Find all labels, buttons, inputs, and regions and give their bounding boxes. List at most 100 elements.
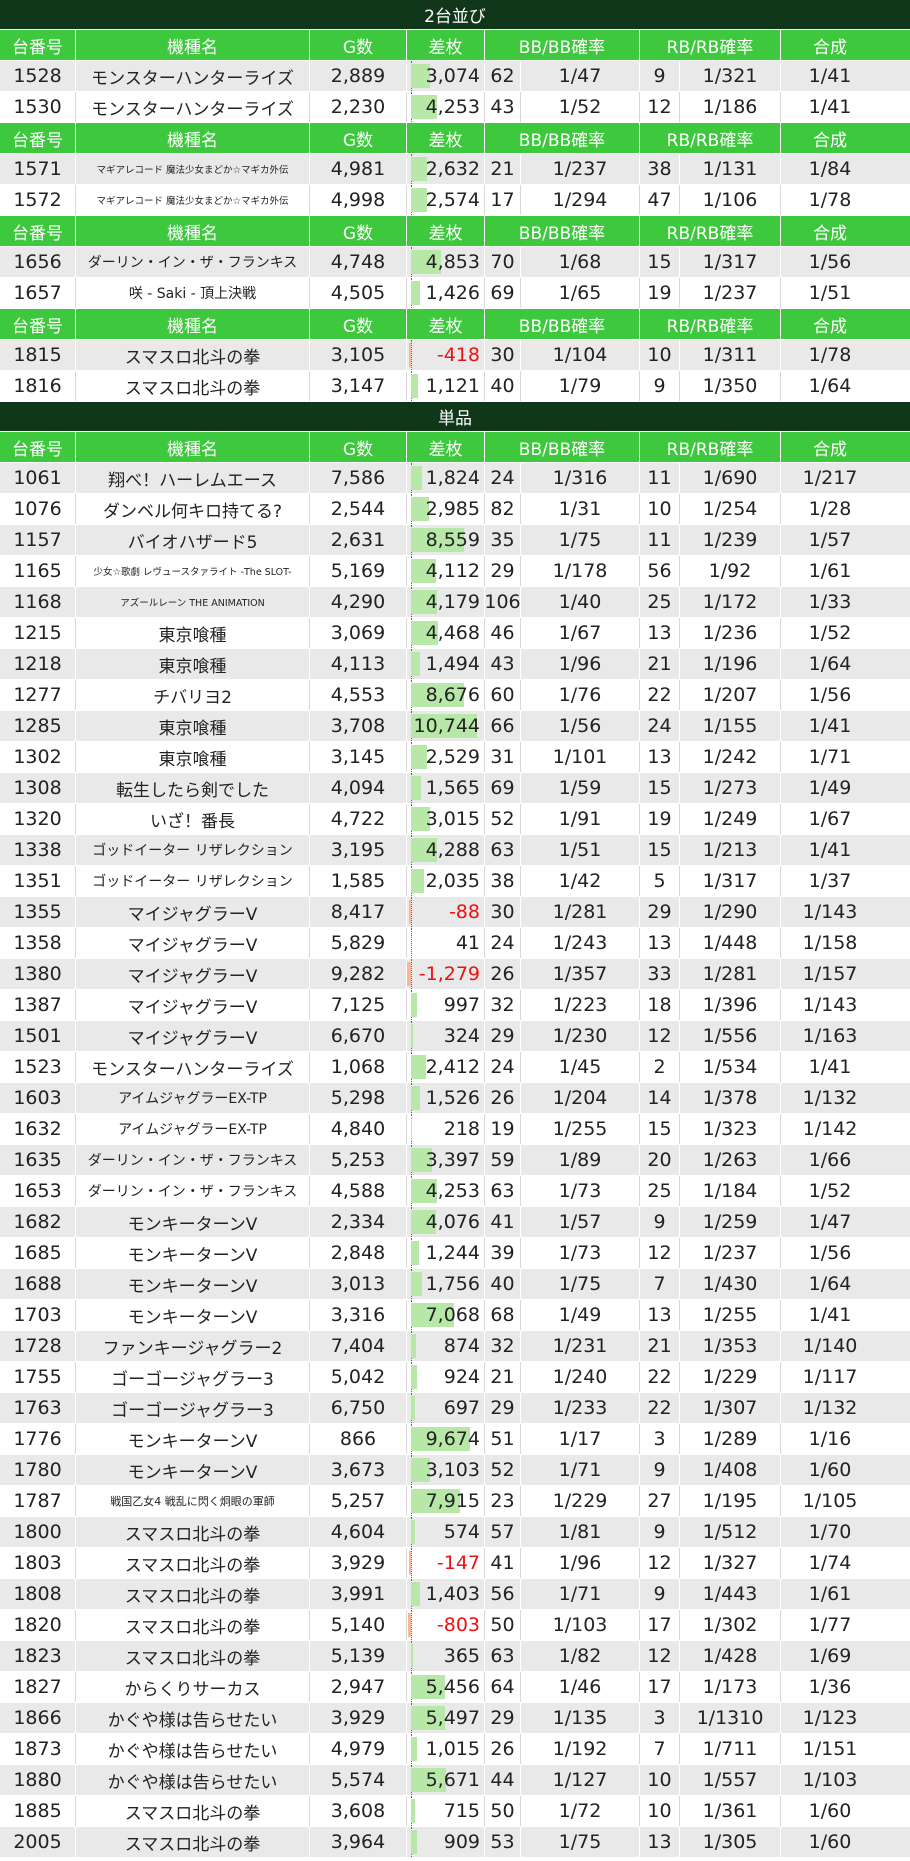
- table-row[interactable]: 1823 スマスロ北斗の拳 5,139 365 63 1/82 12 1/428 1/69: [0, 1641, 910, 1672]
- table-row[interactable]: 1523 モンスターハンターライズ 1,068 2,412 24 1/45 2 1/534 1/…: [0, 1052, 910, 1083]
- table-row[interactable]: 1688 モンキーターンV 3,013 1,756 40 1/75 7 1/430 1/64: [0, 1269, 910, 1300]
- table-row[interactable]: 1656 ダーリン・イン・ザ・フランキス 4,748 4,853 70 1/68 15 1/3…: [0, 247, 910, 278]
- table-row[interactable]: 1308 転生したら剣でした 4,094 1,565 69 1/59 15 1/273 1/49: [0, 773, 910, 804]
- table-row[interactable]: 1827 からくりサーカス 2,947 5,456 64 1/46 17 1/173 1/36: [0, 1672, 910, 1703]
- bb-count: 40: [485, 371, 521, 401]
- table-row[interactable]: 1572 マギアレコード 魔法少女まどか☆マギカ外伝 4,998 2,574 17 1/2…: [0, 185, 910, 216]
- bb-probability: 1/17: [521, 1424, 640, 1454]
- table-row[interactable]: 1528 モンスターハンターライズ 2,889 3,074 62 1/47 9 1/321 1/…: [0, 61, 910, 92]
- table-row[interactable]: 1657 咲 - Saki - 頂上決戦 4,505 1,426 69 1/65 19 1/2…: [0, 278, 910, 309]
- bb-count: 26: [485, 1734, 521, 1764]
- table-row[interactable]: 1277 チバリヨ2 4,553 8,676 60 1/76 22 1/207 1/56: [0, 680, 910, 711]
- table-row[interactable]: 1815 スマスロ北斗の拳 3,105 -418 30 1/104 10 1/311 1/78: [0, 340, 910, 371]
- rb-probability: 1/249: [680, 804, 781, 834]
- table-row[interactable]: 1168 アズールレーン THE ANIMATION 4,290 4,179 106 1/…: [0, 587, 910, 618]
- table-row[interactable]: 1803 スマスロ北斗の拳 3,929 -147 41 1/96 12 1/327 1/74: [0, 1548, 910, 1579]
- table-row[interactable]: 1165 少女☆歌劇 レヴュースタァライト -The SLOT- 5,169 4,11…: [0, 556, 910, 587]
- diff-value: 3,074: [425, 65, 480, 87]
- table-row[interactable]: 1873 かぐや様は告らせたい 4,979 1,015 26 1/192 7 1/711 1/1…: [0, 1734, 910, 1765]
- machine-name: ダンベル何キロ持てる?: [76, 494, 310, 524]
- table-row[interactable]: 1215 東京喰種 3,069 4,468 46 1/67 13 1/236 1/52: [0, 618, 910, 649]
- bb-count: 69: [485, 278, 521, 308]
- table-row[interactable]: 1302 東京喰種 3,145 2,529 31 1/101 13 1/242 1/71: [0, 742, 910, 773]
- machine-number: 1165: [0, 556, 76, 586]
- rb-count: 12: [640, 1238, 680, 1268]
- table-row[interactable]: 1780 モンキーターンV 3,673 3,103 52 1/71 9 1/408 1/60: [0, 1455, 910, 1486]
- table-row[interactable]: 1320 いざ！番長 4,722 3,015 52 1/91 19 1/249 1/67: [0, 804, 910, 835]
- table-row[interactable]: 1338 ゴッドイーター リザレクション 3,195 4,288 63 1/51 15 1/2…: [0, 835, 910, 866]
- diff-bar: [411, 1055, 426, 1079]
- table-row[interactable]: 1632 アイムジャグラーEX-TP 4,840 218 19 1/255 15 1/323 1…: [0, 1114, 910, 1145]
- bb-count: 26: [485, 959, 521, 989]
- bb-probability: 1/243: [521, 928, 640, 958]
- table-row[interactable]: 1285 東京喰種 3,708 10,744 66 1/56 24 1/155 1/41: [0, 711, 910, 742]
- table-row[interactable]: 1880 かぐや様は告らせたい 5,574 5,671 44 1/127 10 1/557 1/…: [0, 1765, 910, 1796]
- rb-probability: 1/263: [680, 1145, 781, 1175]
- table-row[interactable]: 1635 ダーリン・イン・ザ・フランキス 5,253 3,397 59 1/89 20 1/2…: [0, 1145, 910, 1176]
- table-row[interactable]: 1728 ファンキージャグラー2 7,404 874 32 1/231 21 1/353 1/1…: [0, 1331, 910, 1362]
- table-row[interactable]: 1571 マギアレコード 魔法少女まどか☆マギカ外伝 4,981 2,632 21 1/2…: [0, 154, 910, 185]
- table-row[interactable]: 1682 モンキーターンV 2,334 4,076 41 1/57 9 1/259 1/47: [0, 1207, 910, 1238]
- combined-probability: 1/143: [802, 994, 858, 1016]
- rb-probability: 1/443: [680, 1579, 781, 1609]
- header-rb: RB/RB確率: [640, 309, 781, 339]
- rb-count: 13: [640, 1300, 680, 1330]
- game-count: 4,981: [310, 154, 407, 184]
- diff-value: 3,015: [425, 808, 480, 830]
- bb-count: 63: [485, 835, 521, 865]
- table-row[interactable]: 1816 スマスロ北斗の拳 3,147 1,121 40 1/79 9 1/350 1/64: [0, 371, 910, 402]
- table-row[interactable]: 1755 ゴーゴージャグラー3 5,042 924 21 1/240 22 1/229 1/11…: [0, 1362, 910, 1393]
- bb-probability: 1/72: [521, 1796, 640, 1826]
- table-row[interactable]: 1800 スマスロ北斗の拳 4,604 574 57 1/81 9 1/512 1/70: [0, 1517, 910, 1548]
- table-row[interactable]: 1703 モンキーターンV 3,316 7,068 68 1/49 13 1/255 1/41: [0, 1300, 910, 1331]
- rb-probability: 1/305: [680, 1827, 781, 1857]
- rb-probability: 1/172: [680, 587, 781, 617]
- bb-probability: 1/96: [521, 1548, 640, 1578]
- table-row[interactable]: 1157 バイオハザード5 2,631 8,559 35 1/75 11 1/239 1/57: [0, 525, 910, 556]
- table-header: 台番号 機種名 G数 差枚 BB/BB確率 RB/RB確率 合成: [0, 432, 910, 463]
- table-row[interactable]: 1820 スマスロ北斗の拳 5,140 -803 50 1/103 17 1/302 1/77: [0, 1610, 910, 1641]
- table-row[interactable]: 1530 モンスターハンターライズ 2,230 4,253 43 1/52 12 1/186 1…: [0, 92, 910, 123]
- rb-count: 15: [640, 835, 680, 865]
- rb-probability: 1/255: [680, 1300, 781, 1330]
- table-row[interactable]: 1603 アイムジャグラーEX-TP 5,298 1,526 26 1/204 14 1/37…: [0, 1083, 910, 1114]
- machine-name: モンスターハンターライズ: [76, 92, 310, 122]
- combined-probability: 1/78: [808, 189, 852, 211]
- table-row[interactable]: 1808 スマスロ北斗の拳 3,991 1,403 56 1/71 9 1/443 1/61: [0, 1579, 910, 1610]
- machine-number: 1061: [0, 463, 76, 493]
- zero-axis: [411, 959, 412, 989]
- table-row[interactable]: 1387 マイジャグラーV 7,125 997 32 1/223 18 1/396 1/143: [0, 990, 910, 1021]
- machine-name: モンキーターンV: [76, 1300, 310, 1330]
- table-row[interactable]: 1763 ゴーゴージャグラー3 6,750 697 29 1/233 22 1/307 1/13…: [0, 1393, 910, 1424]
- rb-count: 9: [640, 61, 680, 91]
- table-header: 台番号 機種名 G数 差枚 BB/BB確率 RB/RB確率 合成: [0, 30, 910, 61]
- table-row[interactable]: 1076 ダンベル何キロ持てる? 2,544 2,985 82 1/31 10 1/254 1/…: [0, 494, 910, 525]
- table-row[interactable]: 1358 マイジャグラーV 5,829 41 24 1/243 13 1/448 1/158: [0, 928, 910, 959]
- table-row[interactable]: 1380 マイジャグラーV 9,282 -1,279 26 1/357 33 1/281 1/1…: [0, 959, 910, 990]
- combined-probability: 1/33: [808, 591, 852, 613]
- table-row[interactable]: 1501 マイジャグラーV 6,670 324 29 1/230 12 1/556 1/163: [0, 1021, 910, 1052]
- table-row[interactable]: 1351 ゴッドイーター リザレクション 1,585 2,035 38 1/42 5 1/31…: [0, 866, 910, 897]
- table-row[interactable]: 1787 戦国乙女4 戦乱に閃く炯眼の軍師 5,257 7,915 23 1/229 27 1…: [0, 1486, 910, 1517]
- table-row[interactable]: 1218 東京喰種 4,113 1,494 43 1/96 21 1/196 1/64: [0, 649, 910, 680]
- table-row[interactable]: 1776 モンキーターンV 866 9,674 51 1/17 3 1/289 1/16: [0, 1424, 910, 1455]
- table-row[interactable]: 2005 スマスロ北斗の拳 3,964 909 53 1/75 13 1/305 1/60: [0, 1827, 910, 1858]
- machine-number: 1728: [0, 1331, 76, 1361]
- game-count: 5,253: [310, 1145, 407, 1175]
- table-row[interactable]: 1355 マイジャグラーV 8,417 -88 30 1/281 29 1/290 1/143: [0, 897, 910, 928]
- diff-value: 2,574: [425, 189, 480, 211]
- machine-name: ゴーゴージャグラー3: [76, 1393, 310, 1423]
- table-row[interactable]: 1866 かぐや様は告らせたい 3,929 5,497 29 1/135 3 1/1310 1/…: [0, 1703, 910, 1734]
- table-row[interactable]: 1653 ダーリン・イン・ザ・フランキス 4,588 4,253 63 1/73 25 1/1…: [0, 1176, 910, 1207]
- table-row[interactable]: 1061 翔べ！ハーレムエース 7,586 1,824 24 1/316 11 1/690 1/…: [0, 463, 910, 494]
- table-row[interactable]: 1685 モンキーターンV 2,848 1,244 39 1/73 12 1/237 1/56: [0, 1238, 910, 1269]
- diff-value: 9,674: [425, 1428, 480, 1450]
- table-row[interactable]: 1885 スマスロ北斗の拳 3,608 715 50 1/72 10 1/361 1/60: [0, 1796, 910, 1827]
- header-machine-number: 台番号: [0, 432, 76, 462]
- bb-count: 62: [485, 61, 521, 91]
- rb-count: 56: [640, 556, 680, 586]
- bb-count: 32: [485, 1331, 521, 1361]
- diff-cell: 5,497: [407, 1703, 485, 1733]
- bb-count: 50: [485, 1796, 521, 1826]
- rb-probability: 1/173: [680, 1672, 781, 1702]
